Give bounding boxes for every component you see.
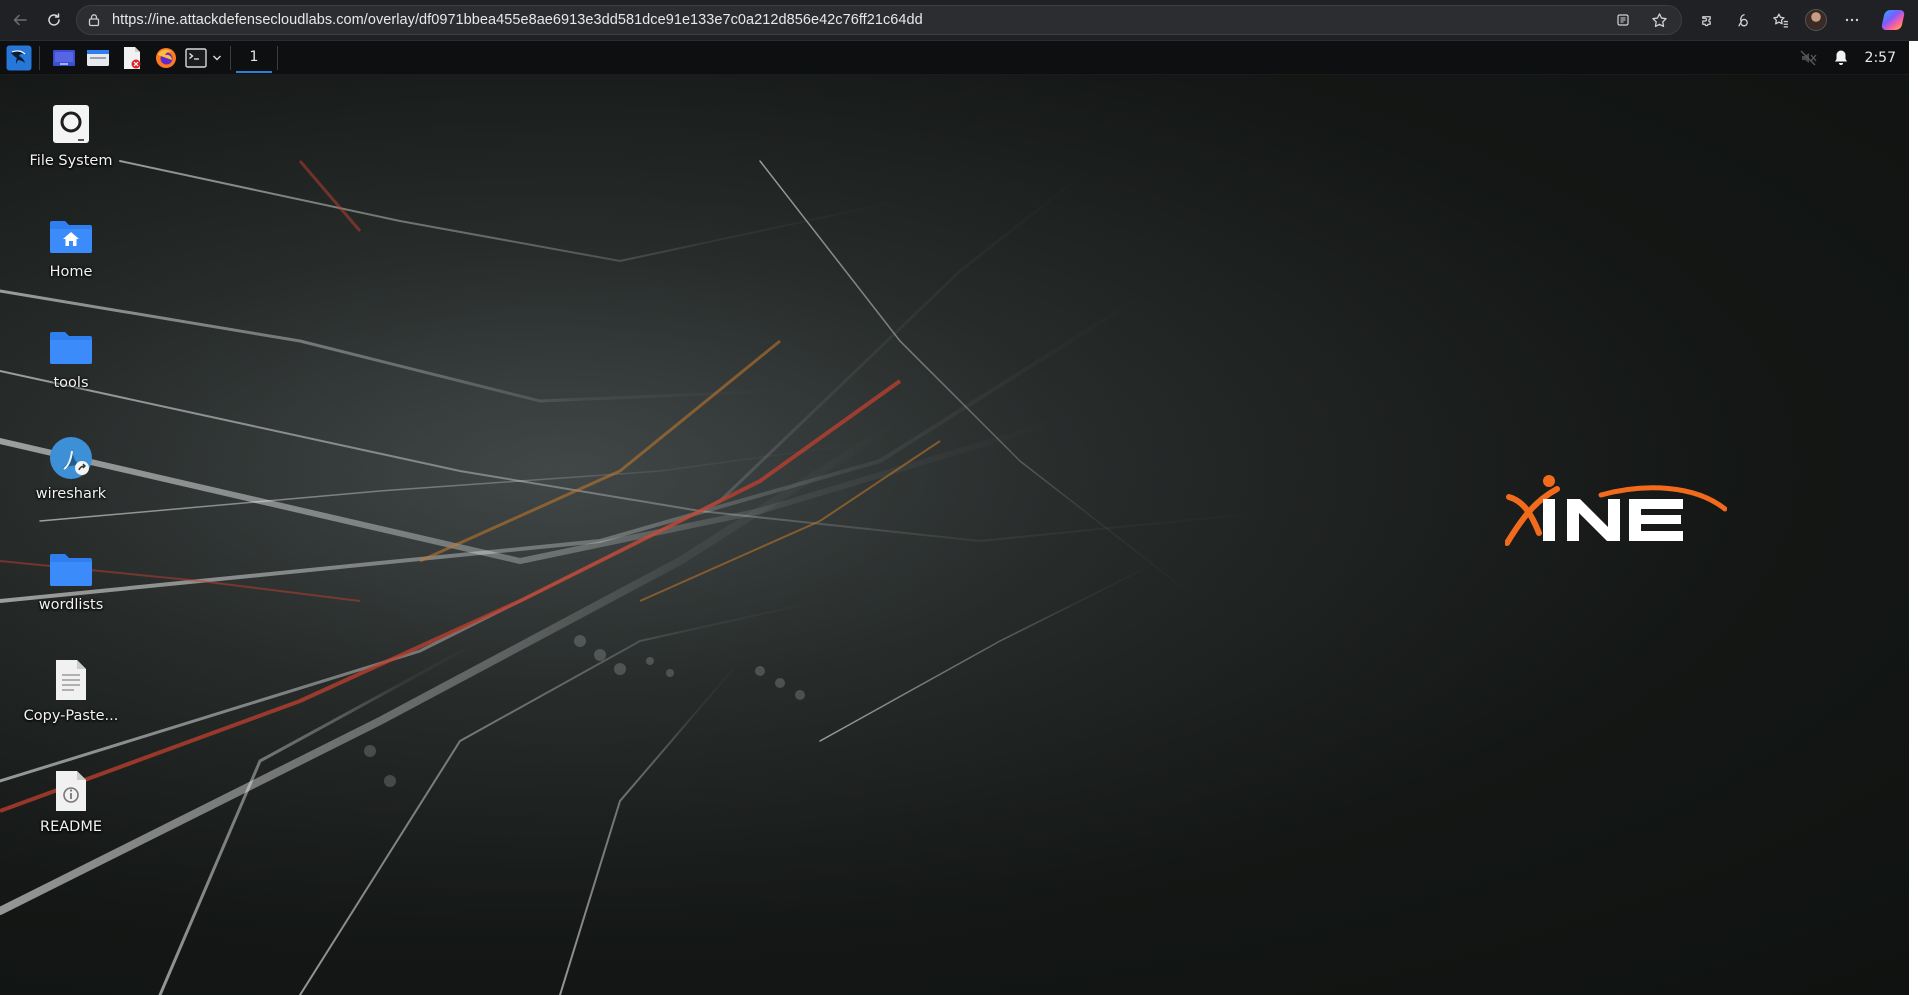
- desktop-icon-label: README: [40, 819, 102, 835]
- desktop-icon-home[interactable]: Home: [11, 212, 131, 280]
- text-file-icon: [47, 656, 95, 704]
- url-text[interactable]: https://ine.attackdefensecloudlabs.com/o…: [112, 12, 923, 28]
- profile-avatar[interactable]: [1805, 9, 1827, 31]
- extensions-icon[interactable]: [1694, 8, 1718, 32]
- ine-logo: [1505, 475, 1727, 546]
- desktop-icon-readme[interactable]: README: [11, 767, 131, 835]
- panel-separator: [277, 45, 278, 70]
- back-icon: [13, 14, 27, 26]
- kali-menu-button[interactable]: [4, 43, 34, 73]
- desktop-icon-label: Copy-Paste...: [23, 708, 119, 724]
- firefox-button[interactable]: [151, 43, 181, 73]
- home-folder-icon: [47, 212, 95, 260]
- desktop-icon-file-system[interactable]: File System: [11, 101, 131, 169]
- workspace-switcher-1[interactable]: 1: [236, 43, 272, 73]
- remote-desktop[interactable]: 1 2:57 File System Home tools wireshark …: [0, 41, 1918, 995]
- desktop-icon-wordlists[interactable]: wordlists: [11, 545, 131, 613]
- show-desktop-button[interactable]: [49, 43, 79, 73]
- desktop-icon-label: wireshark: [35, 486, 107, 502]
- kali-menu-icon: [6, 45, 32, 70]
- firefox-icon: [156, 47, 176, 68]
- text-editor-icon: [124, 46, 141, 69]
- desktop-icon-wireshark[interactable]: wireshark: [11, 434, 131, 502]
- volume-muted-icon[interactable]: [1799, 49, 1817, 67]
- viewport-edge: [1909, 41, 1918, 995]
- desktop-icon-tools[interactable]: tools: [11, 323, 131, 391]
- terminal-button[interactable]: [185, 43, 207, 73]
- xfce-panel: 1 2:57: [0, 41, 1918, 75]
- favorites-icon[interactable]: [1768, 8, 1792, 32]
- reload-button[interactable]: [40, 6, 68, 34]
- browser-essentials-icon[interactable]: [1731, 8, 1755, 32]
- browser-toolbar: https://ine.attackdefensecloudlabs.com/o…: [0, 0, 1918, 41]
- desktop-icon-label: tools: [53, 375, 89, 391]
- show-desktop-icon: [53, 49, 75, 66]
- panel-separator: [230, 45, 231, 70]
- desktop-icon-label: File System: [29, 153, 113, 169]
- desktop-icon-label: wordlists: [38, 597, 104, 613]
- panel-separator: [39, 45, 40, 70]
- desktop-icon-copy-paste[interactable]: Copy-Paste...: [11, 656, 131, 724]
- lock-icon[interactable]: [87, 12, 103, 28]
- reading-view-icon[interactable]: [1611, 8, 1635, 32]
- file-manager-button[interactable]: [83, 43, 113, 73]
- folder-icon: [47, 545, 95, 593]
- drive-icon: [47, 101, 95, 149]
- terminal-dropdown[interactable]: [209, 43, 225, 73]
- favorite-star-icon[interactable]: [1647, 8, 1671, 32]
- folder-icon: [47, 323, 95, 371]
- info-file-icon: [47, 767, 95, 815]
- desktop-icon-label: Home: [49, 264, 93, 280]
- panel-clock[interactable]: 2:57: [1865, 50, 1896, 66]
- file-manager-icon: [87, 49, 109, 66]
- notification-bell-icon[interactable]: [1833, 49, 1849, 66]
- wireshark-icon: [47, 434, 95, 482]
- reload-icon: [48, 13, 60, 26]
- copilot-icon[interactable]: [1880, 10, 1906, 30]
- address-bar[interactable]: https://ine.attackdefensecloudlabs.com/o…: [76, 5, 1682, 35]
- chevron-down-icon: [213, 55, 221, 60]
- terminal-icon: [185, 47, 207, 68]
- more-icon[interactable]: [1840, 8, 1864, 32]
- back-button[interactable]: [6, 6, 34, 34]
- text-editor-button[interactable]: [117, 43, 147, 73]
